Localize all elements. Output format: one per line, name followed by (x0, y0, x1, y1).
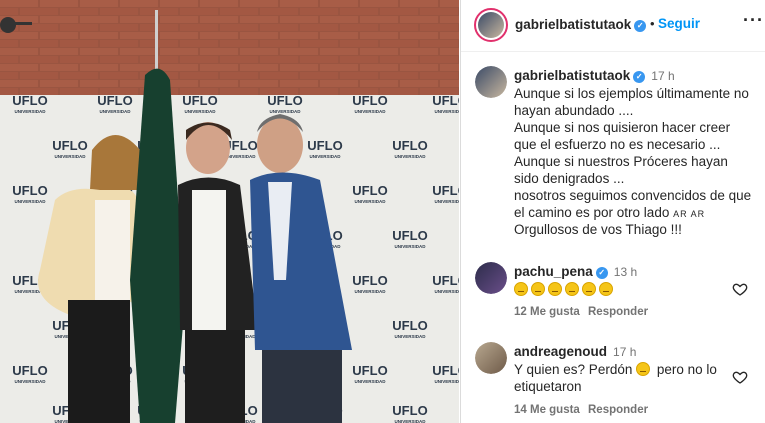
comment-text: Y quien es? Perdón pero no lo (514, 362, 717, 377)
verified-badge-icon: ✓ (633, 71, 646, 83)
caption-line: nosotros seguimos convencidos de que (514, 188, 752, 203)
comment-text: etiquetaron (514, 379, 582, 394)
backdrop-logo-subtext: UNIVERSIDAD (184, 109, 216, 114)
backdrop-logo-subtext: UNIVERSIDAD (224, 154, 256, 159)
reply-button[interactable]: Responder (588, 306, 648, 318)
post-side-panel: gabrielbatistutaok ✓ • Seguir ··· gabriel… (460, 0, 765, 423)
backdrop-logo-subtext: UNIVERSIDAD (269, 109, 301, 114)
backdrop-logo-subtext: UNIVERSIDAD (354, 109, 386, 114)
backdrop-logo-text: UFLO (52, 138, 87, 153)
comment-time: 13 h (613, 265, 638, 279)
caption-line: Aunque si nuestros Próceres hayan (514, 154, 728, 169)
backdrop-logo-subtext: UNIVERSIDAD (99, 109, 131, 114)
caption-line: Aunque si nos quisieron hacer creer (514, 120, 731, 135)
post-header: gabrielbatistutaok ✓ • Seguir ··· (461, 0, 765, 52)
caption-username[interactable]: gabrielbatistutaok ✓ 17 h (514, 68, 675, 83)
backdrop-logo-text: UFLO (392, 403, 427, 418)
backdrop-logo-subtext: UNIVERSIDAD (394, 244, 426, 249)
backdrop-logo-subtext: UNIVERSIDAD (309, 154, 341, 159)
backdrop-logo-text: UFLO (307, 138, 342, 153)
sad-face-emoji-icon (636, 362, 651, 376)
backdrop-logo-text: UFLO (12, 363, 47, 378)
backdrop-logo-subtext: UNIVERSIDAD (14, 109, 46, 114)
backdrop-logo-text: UFLO (97, 93, 132, 108)
like-heart-icon[interactable] (732, 369, 748, 385)
commenter-username[interactable]: andreagenoud 17 h (514, 344, 636, 359)
backdrop-logo-subtext: UNIVERSIDAD (354, 199, 386, 204)
backdrop-logo-text: UFLO (432, 183, 459, 198)
backdrop-logo-text: UFLO (432, 93, 459, 108)
backdrop-logo-subtext: UNIVERSIDAD (354, 289, 386, 294)
backdrop-logo-subtext: UNIVERSIDAD (434, 199, 459, 204)
backdrop-logo-text: UFLO (352, 363, 387, 378)
backdrop-logo-text: UFLO (392, 228, 427, 243)
caption-line: sido denigrados ... (514, 171, 625, 186)
backdrop-logo-subtext: UNIVERSIDAD (434, 379, 459, 384)
commenter-username[interactable]: pachu_pena ✓ 13 h (514, 264, 637, 279)
comment-time: 17 h (613, 345, 637, 359)
backdrop-logo-subtext: UNIVERSIDAD (54, 154, 86, 159)
backdrop-logo-subtext: UNIVERSIDAD (394, 419, 426, 423)
separator-dot: • (650, 16, 655, 31)
backdrop-logo-text: UFLO (12, 183, 47, 198)
backdrop-logo-subtext: UNIVERSIDAD (394, 154, 426, 159)
author-avatar[interactable] (474, 8, 508, 42)
clap-emoji-icon (565, 282, 579, 296)
backdrop-logo-text: UFLO (352, 93, 387, 108)
verified-badge-icon: ✓ (634, 20, 647, 32)
caption-avatar[interactable] (475, 66, 507, 98)
backdrop-logo-subtext: UNIVERSIDAD (434, 289, 459, 294)
follow-button[interactable]: Seguir (658, 16, 700, 31)
clap-emoji-icon (582, 282, 596, 296)
backdrop-logo-subtext: UNIVERSIDAD (14, 379, 46, 384)
backdrop-logo-text: UFLO (12, 93, 47, 108)
commenter-avatar[interactable] (475, 342, 507, 374)
caption-time: 17 h (651, 69, 675, 83)
comment-likes[interactable]: 12 Me gusta (514, 306, 580, 318)
instagram-post: UFLO UNIVERSIDAD UFLO UNIVERSIDAD UFLO UNIVER… (0, 0, 765, 423)
backdrop-logo-text: UFLO (432, 273, 459, 288)
backdrop-logo-text: UFLO (392, 318, 427, 333)
backdrop-logo-text: UFLO (352, 273, 387, 288)
backdrop-logo-text: UFLO (432, 363, 459, 378)
commenter-avatar[interactable] (475, 262, 507, 294)
comment-likes[interactable]: 14 Me gusta (514, 404, 580, 416)
caption-line: Orgullosos de vos Thiago !!! (514, 222, 682, 237)
more-options-icon[interactable]: ··· (743, 10, 764, 31)
caption-line: hayan abundado .... (514, 103, 634, 118)
like-heart-icon[interactable] (732, 281, 748, 297)
backdrop-logo-text: UFLO (182, 93, 217, 108)
caption-line: el camino es por otro lado AR AR (514, 205, 706, 220)
reply-button[interactable]: Responder (588, 404, 648, 416)
backdrop-logo-text: UFLO (352, 183, 387, 198)
author-username[interactable]: gabrielbatistutaok ✓ (515, 17, 647, 32)
photo-illustration: UFLOUNIVERSIDADUFLOUNIVERSIDADUFLOUNIVER… (0, 0, 459, 423)
caption-line: que el esfuerzo no es necesario ... (514, 137, 721, 152)
caption-line: Aunque si los ejemplos últimamente no (514, 86, 749, 101)
backdrop-logo-text: UFLO (392, 138, 427, 153)
verified-badge-icon: ✓ (595, 267, 608, 279)
clap-emoji-icon (548, 282, 562, 296)
backdrop-logo-text: UFLO (267, 93, 302, 108)
comment-text-emojis (514, 282, 616, 297)
clap-emoji-icon (599, 282, 613, 296)
clap-emoji-icon (514, 282, 528, 296)
backdrop-logo-subtext: UNIVERSIDAD (434, 109, 459, 114)
clap-emoji-icon (531, 282, 545, 296)
backdrop-logo-subtext: UNIVERSIDAD (14, 199, 46, 204)
post-photo[interactable]: UFLO UNIVERSIDAD UFLO UNIVERSIDAD UFLO UNIVER… (0, 0, 459, 423)
argentina-flag-emoji: AR AR (673, 209, 706, 219)
backdrop-logo-subtext: UNIVERSIDAD (354, 379, 386, 384)
backdrop-logo-subtext: UNIVERSIDAD (394, 334, 426, 339)
